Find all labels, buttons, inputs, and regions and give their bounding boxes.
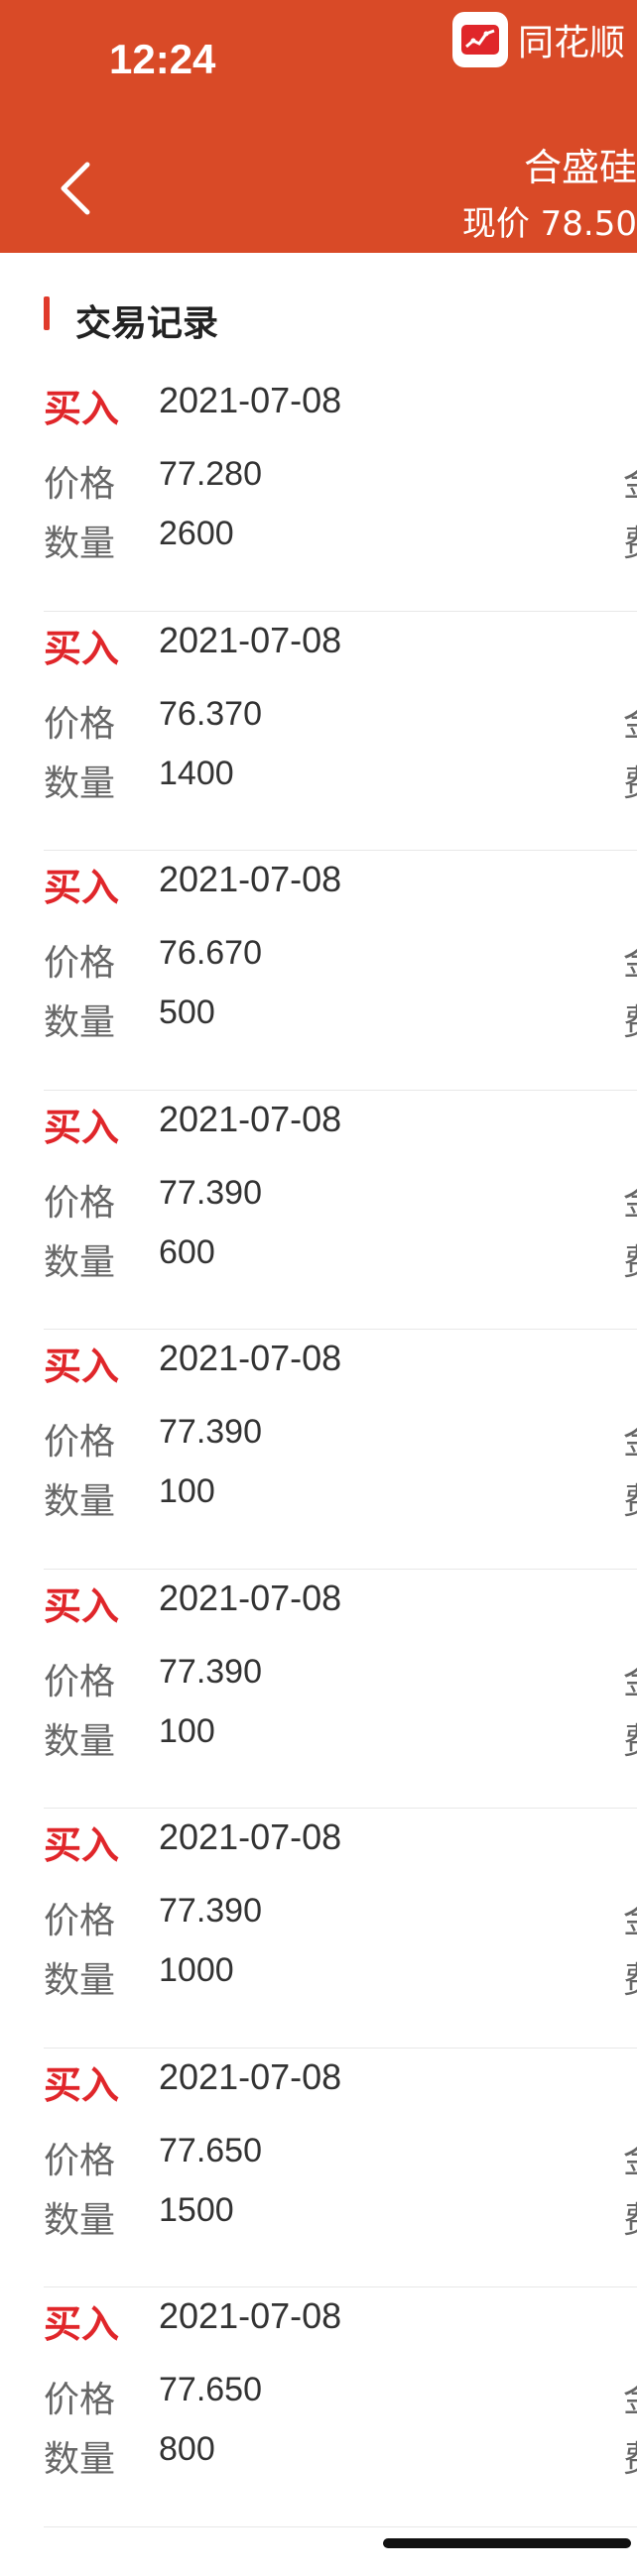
trade-date: 2021-07-08 (159, 619, 342, 660)
price-value: 77.280 (159, 455, 262, 493)
top-header: 12:24 同花顺 合盛硅 现价 78.50 (0, 0, 637, 253)
trade-record-item[interactable]: 买入 2021-07-08 价格 76.670 数量 500 金费 (0, 851, 637, 1091)
trade-record-item[interactable]: 买入 2021-07-08 价格 77.280 数量 2600 金费 (0, 372, 637, 612)
price-label: 价格 (44, 464, 116, 505)
section-title: 交易记录 (75, 303, 219, 344)
amount-label-partial: 金 (623, 2371, 637, 2422)
price-label: 价格 (44, 1661, 116, 1702)
trade-date: 2021-07-08 (159, 1338, 342, 1378)
quantity-value: 1400 (159, 754, 234, 792)
price-value: 77.390 (159, 1413, 262, 1451)
price-value: 77.650 (159, 2371, 262, 2408)
price-value: 77.390 (159, 1892, 262, 1930)
trade-date: 2021-07-08 (159, 380, 342, 420)
price-label: 价格 (44, 703, 116, 745)
price-label: 价格 (44, 2140, 116, 2181)
amount-label-partial: 金 (623, 1413, 637, 1464)
trade-type: 买入 (44, 387, 120, 430)
trade-record-item[interactable]: 买入 2021-07-08 价格 76.370 数量 1400 金费 (0, 612, 637, 851)
amount-label-partial: 金 (623, 1174, 637, 1226)
amount-label-partial: 金 (623, 455, 637, 507)
fee-label-partial: 费 (623, 1712, 637, 1764)
trade-date: 2021-07-08 (159, 2055, 342, 2097)
quantity-value: 100 (159, 1472, 215, 1510)
trade-type: 买入 (44, 1105, 120, 1149)
fee-label-partial: 费 (623, 755, 637, 806)
price-value: 77.650 (159, 2131, 262, 2169)
trade-type: 买入 (44, 2302, 120, 2346)
price-label: 价格 (44, 1901, 116, 1941)
quantity-value: 1000 (159, 1951, 234, 1989)
fee-label-partial: 费 (623, 1951, 637, 2003)
section-accent-bar (44, 296, 50, 330)
home-indicator (383, 2538, 631, 2548)
trade-type: 买入 (44, 626, 120, 670)
trade-record-item[interactable]: 买入 2021-07-08 价格 77.390 数量 1000 金费 (0, 1809, 637, 2049)
trade-type: 买入 (44, 866, 120, 909)
price-label: 价格 (44, 2380, 116, 2420)
current-price: 现价 78.50 (461, 204, 637, 244)
stock-name: 合盛硅 (523, 146, 637, 189)
price-label: 价格 (44, 1422, 116, 1463)
amount-label-partial: 金 (623, 1653, 637, 1704)
quantity-value: 2600 (159, 515, 234, 552)
fee-label-partial: 费 (623, 1233, 637, 1285)
status-time: 12:24 (109, 36, 216, 82)
quantity-value: 500 (159, 994, 215, 1031)
price-value: 76.670 (159, 934, 262, 972)
trade-date: 2021-07-08 (159, 1816, 342, 1857)
fee-label-partial: 费 (623, 2191, 637, 2243)
price-value: 76.370 (159, 694, 262, 733)
fee-label-partial: 费 (623, 1472, 637, 1524)
price-label: 价格 (44, 1182, 116, 1224)
quantity-value: 600 (159, 1232, 215, 1271)
quantity-value: 800 (159, 2430, 215, 2468)
quantity-label: 数量 (44, 1241, 116, 1283)
trade-record-item[interactable]: 买入 2021-07-08 价格 77.390 数量 100 金费 (0, 1570, 637, 1809)
trade-type: 买入 (44, 1583, 120, 1628)
trade-date: 2021-07-08 (159, 2295, 342, 2336)
back-button[interactable] (52, 159, 101, 218)
quantity-label: 数量 (44, 1720, 116, 1762)
quantity-label: 数量 (44, 762, 116, 804)
quantity-label: 数量 (44, 1002, 116, 1043)
amount-label-partial: 金 (623, 934, 637, 986)
quantity-value: 100 (159, 1711, 215, 1750)
trade-record-item[interactable]: 买入 2021-07-08 价格 77.390 数量 100 金费 (0, 1330, 637, 1570)
trade-record-item[interactable]: 买入 2021-07-08 价格 77.650 数量 1500 金费 (0, 2049, 637, 2287)
trade-type: 买入 (44, 2062, 120, 2107)
trade-type: 买入 (44, 1345, 120, 1388)
quantity-value: 1500 (159, 2190, 234, 2229)
trade-record-item[interactable]: 买入 2021-07-08 价格 77.390 数量 600 金费 (0, 1091, 637, 1330)
trade-date: 2021-07-08 (159, 859, 342, 899)
section-header: 交易记录 (0, 253, 637, 372)
divider (44, 2525, 637, 2527)
quantity-label: 数量 (44, 2199, 116, 2241)
trade-record-item[interactable]: 买入 2021-07-08 价格 77.650 数量 800 金费 (0, 2287, 637, 2527)
price-label: 价格 (44, 943, 116, 984)
fee-label-partial: 费 (623, 2430, 637, 2482)
quantity-label: 数量 (44, 1481, 116, 1522)
amount-label-partial: 金 (623, 1892, 637, 1943)
quantity-label: 数量 (44, 524, 116, 564)
chevron-left-icon (61, 162, 90, 215)
quantity-label: 数量 (44, 2439, 116, 2480)
app-name: 同花顺 (518, 23, 626, 63)
fee-label-partial: 费 (623, 994, 637, 1045)
trade-type: 买入 (44, 1823, 120, 1867)
price-value: 77.390 (159, 1652, 262, 1691)
amount-label-partial: 金 (623, 695, 637, 747)
quantity-label: 数量 (44, 1960, 116, 2001)
fee-label-partial: 费 (623, 515, 637, 566)
trade-date: 2021-07-08 (159, 1577, 342, 1618)
app-logo-icon (452, 12, 508, 67)
amount-label-partial: 金 (623, 2132, 637, 2183)
price-value: 77.390 (159, 1173, 262, 1212)
trade-date: 2021-07-08 (159, 1098, 342, 1139)
app-switch-badge[interactable]: 同花顺 (452, 12, 625, 67)
trade-record-list: 买入2021-07-08价格77.280数量2600金费买入2021-07-08… (0, 372, 637, 2527)
